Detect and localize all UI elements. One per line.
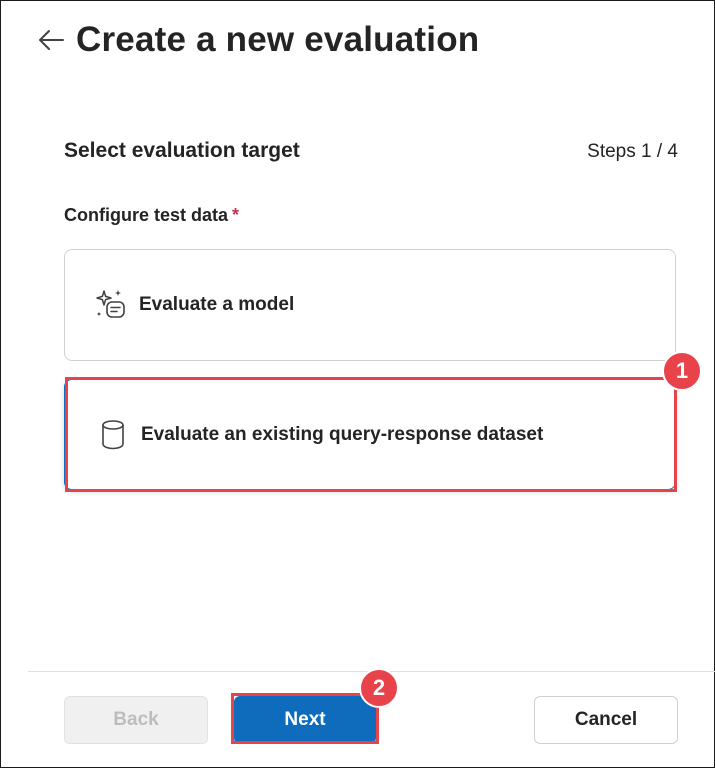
model-option-label: Evaluate a model [139, 294, 295, 315]
database-icon [93, 419, 133, 451]
cancel-button[interactable]: Cancel [534, 696, 678, 744]
dataset-option[interactable]: Evaluate an existing query-response data… [64, 379, 676, 490]
model-option[interactable]: Evaluate a model [64, 249, 676, 361]
section-title: Select evaluation target [64, 139, 300, 162]
next-button[interactable]: Next [234, 696, 376, 744]
page-title: Create a new evaluation [76, 20, 480, 59]
step-progress: Steps 1 / 4 [587, 141, 678, 162]
annotation-badge-2: 2 [359, 668, 399, 708]
sparkle-chat-icon [91, 288, 131, 322]
annotation-badge-1: 1 [662, 351, 702, 391]
back-button[interactable]: Back [64, 696, 208, 744]
field-label: Configure test data * [64, 205, 239, 226]
required-marker: * [232, 205, 240, 225]
header: Create a new evaluation [36, 16, 479, 64]
field-label-text: Configure test data [64, 205, 229, 225]
dataset-option-label: Evaluate an existing query-response data… [141, 423, 544, 445]
arrow-left-icon[interactable] [36, 25, 66, 55]
